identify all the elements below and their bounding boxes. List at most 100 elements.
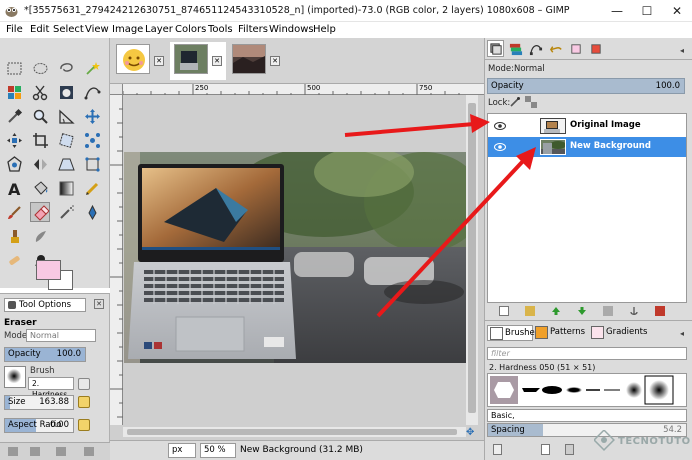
canvas-image[interactable] [124, 152, 466, 363]
new-layer-icon[interactable] [499, 306, 509, 316]
crop-icon[interactable] [30, 130, 50, 150]
handle-transform-icon[interactable] [82, 154, 102, 174]
image-tab-2[interactable]: ✕ [170, 42, 226, 80]
reset-options-icon[interactable] [84, 447, 94, 456]
red-swatch-tab-icon[interactable] [587, 40, 604, 57]
horizontal-scrollbar[interactable] [123, 427, 466, 437]
select-by-color-icon[interactable] [4, 82, 24, 102]
menu-windows[interactable]: Windows [269, 24, 314, 35]
measure-icon[interactable] [56, 106, 76, 126]
menu-layer[interactable]: Layer [145, 24, 173, 35]
ellipse-select-icon[interactable] [30, 58, 50, 78]
image-tab-3[interactable]: ✕ [228, 42, 284, 80]
menu-tools[interactable]: Tools [208, 24, 233, 35]
brush-edit-icon[interactable] [78, 378, 90, 390]
tool-options-tab[interactable]: Tool Options [4, 298, 86, 312]
tool-options-close-icon[interactable]: ✕ [94, 299, 104, 309]
menu-filters[interactable]: Filters [238, 24, 268, 35]
zoom-select[interactable]: 50 % [200, 443, 236, 458]
smudge-icon[interactable] [30, 226, 50, 246]
warp-transform-icon[interactable] [82, 130, 102, 150]
vertical-scrollbar[interactable] [466, 95, 478, 425]
anchor-layer-icon[interactable] [629, 306, 639, 316]
new-brush-icon[interactable] [541, 444, 550, 455]
bucket-fill-icon[interactable] [30, 178, 50, 198]
pencil-icon[interactable] [82, 178, 102, 198]
delete-layer-icon[interactable] [655, 306, 665, 316]
visibility-eye-icon[interactable] [494, 121, 506, 131]
menu-colors[interactable]: Colors [175, 24, 206, 35]
text-tool-icon[interactable]: A [4, 178, 24, 198]
edit-brush-icon[interactable] [493, 444, 502, 455]
ruler-corner[interactable] [110, 84, 123, 95]
brush-name-field[interactable]: 2. Hardness 0 [28, 377, 74, 410]
align-icon[interactable] [4, 130, 24, 150]
eraser-icon[interactable] [30, 202, 50, 222]
heal-icon[interactable] [4, 250, 24, 270]
brushes-tab[interactable]: Brushes [487, 325, 539, 341]
layer-row-new-background[interactable]: New Background [488, 137, 686, 157]
dock-menu-icon[interactable]: ◂ [680, 46, 684, 55]
duplicate-layer-icon[interactable] [603, 306, 613, 316]
lock-alpha-icon[interactable] [525, 96, 537, 108]
vertical-scroll-thumb[interactable] [468, 103, 476, 413]
brush-preset-select[interactable]: Basic, [487, 409, 687, 422]
brush-filter-input[interactable]: filter [487, 347, 687, 360]
airbrush-icon[interactable] [56, 202, 76, 222]
brushes-menu-icon[interactable]: ◂ [680, 329, 684, 338]
patterns-tab[interactable]: Patterns [533, 325, 589, 341]
clone-icon[interactable] [4, 226, 24, 246]
aspect-ratio-slider[interactable]: Aspect Ratio 0.00 [4, 418, 74, 433]
ink-icon[interactable] [82, 202, 102, 222]
unified-transform-icon[interactable] [56, 130, 76, 150]
mode-select[interactable]: Normal [26, 329, 96, 342]
unit-select[interactable]: px [168, 443, 196, 458]
menu-image[interactable]: Image [112, 24, 143, 35]
paintbrush-icon[interactable] [4, 202, 24, 222]
foreground-select-icon[interactable] [56, 82, 76, 102]
lower-layer-icon[interactable] [577, 306, 587, 316]
channels-tab-icon[interactable] [507, 40, 524, 57]
menu-help[interactable]: Help [313, 24, 336, 35]
lasso-select-icon[interactable] [56, 58, 76, 78]
menu-view[interactable]: View [85, 24, 109, 35]
move-icon[interactable] [82, 106, 102, 126]
vertical-ruler[interactable] [110, 95, 123, 425]
menu-select[interactable]: Select [53, 24, 84, 35]
gradients-tab[interactable]: Gradients [589, 325, 647, 341]
visibility-eye-icon[interactable] [494, 142, 506, 152]
flip-icon[interactable] [30, 154, 50, 174]
foreground-color-swatch-top[interactable] [36, 260, 61, 280]
menu-edit[interactable]: Edit [30, 24, 49, 35]
size-slider[interactable]: Size 163.88 [4, 395, 74, 410]
minimize-button[interactable]: — [602, 0, 632, 22]
image-tab-1[interactable]: ✕ [112, 42, 168, 80]
layer-opacity-slider[interactable]: Opacity 100.0 [487, 78, 685, 94]
layer-row-original-image[interactable]: Original Image [488, 116, 686, 136]
reset-size-icon[interactable] [78, 396, 90, 408]
layer-mode-value[interactable]: Normal [514, 64, 545, 74]
gradient-icon[interactable] [56, 178, 76, 198]
tab-1-close-icon[interactable]: ✕ [154, 56, 164, 66]
tab-2-close-icon[interactable]: ✕ [212, 56, 222, 66]
scissors-icon[interactable] [30, 82, 50, 102]
layers-tab-icon[interactable] [487, 40, 504, 57]
pink-swatch-tab-icon[interactable] [567, 40, 584, 57]
cage-transform-icon[interactable] [4, 154, 24, 174]
horizontal-scroll-thumb[interactable] [127, 429, 457, 435]
duplicate-brush-icon[interactable] [565, 444, 574, 455]
delete-options-icon[interactable] [56, 447, 66, 456]
lock-pixels-icon[interactable] [509, 96, 521, 108]
opacity-slider[interactable]: Opacity 100.0 [4, 347, 86, 362]
raise-layer-icon[interactable] [551, 306, 561, 316]
paths-icon[interactable] [82, 82, 102, 102]
color-picker-icon[interactable] [4, 106, 24, 126]
restore-options-icon[interactable] [30, 447, 40, 456]
fuzzy-select-icon[interactable] [82, 58, 102, 78]
new-layer-group-icon[interactable] [525, 306, 535, 316]
save-options-icon[interactable] [8, 447, 18, 456]
rect-select-icon[interactable] [4, 58, 24, 78]
close-button[interactable]: ✕ [662, 0, 692, 22]
brush-grid[interactable] [487, 373, 687, 407]
undo-history-tab-icon[interactable] [547, 40, 564, 57]
